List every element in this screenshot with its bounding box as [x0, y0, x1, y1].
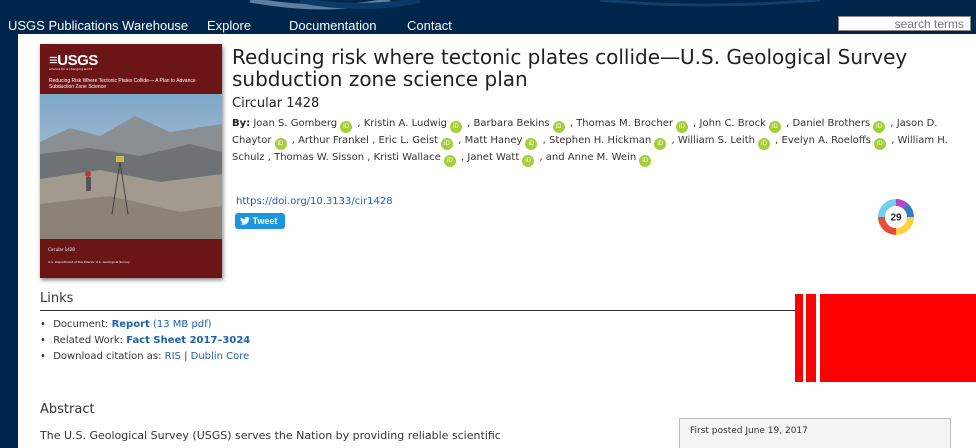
author-name[interactable]: Anne M. Wein — [568, 152, 636, 163]
orcid-icon[interactable]: iD — [443, 155, 456, 167]
doi-link[interactable]: https://doi.org/10.3133/cir1428 — [236, 196, 393, 208]
orcid-icon[interactable]: iD — [654, 138, 667, 150]
author-name[interactable]: Kristin A. Ludwig — [364, 118, 447, 129]
author-name[interactable]: Janet Watt — [467, 152, 519, 163]
abstract-heading: Abstract — [40, 402, 95, 417]
author-name[interactable]: William S. Leith — [678, 135, 755, 146]
author-name[interactable]: Eric L. Geist — [378, 135, 438, 146]
author-name[interactable]: Stephen H. Hickman — [549, 135, 651, 146]
orcid-icon[interactable]: iD — [525, 138, 538, 150]
orcid-icon[interactable]: iD — [639, 155, 652, 167]
author-name[interactable]: John C. Brock — [700, 118, 766, 129]
authors: Joan S. Gomberg iD , Kristin A. Ludwig iD … — [232, 118, 948, 167]
orcid-icon[interactable]: iD — [873, 121, 886, 133]
first-posted-date: First posted June 19, 2017 — [690, 426, 808, 436]
authors-label: By: — [232, 118, 251, 129]
usgs-logo-tagline: science for a changing world — [49, 67, 93, 71]
links-heading: Links — [40, 291, 74, 306]
author-name[interactable]: Thomas M. Brocher — [576, 118, 673, 129]
tweet-label: Tweet — [252, 216, 278, 226]
author-name[interactable]: Evelyn A. Roeloffs — [782, 135, 871, 146]
bullet-icon: • — [40, 351, 46, 362]
altmetric-donut-icon[interactable]: 29 — [877, 198, 915, 236]
search-input[interactable]: search terms — [838, 16, 971, 31]
red-block-left — [795, 294, 803, 382]
publication-series: Circular 1428 — [232, 96, 320, 111]
list-item-citation: • Download citation as: RIS | Dublin Cor… — [40, 349, 760, 365]
dublin-core-link[interactable]: Dublin Core — [191, 351, 250, 362]
page-title: Reducing risk where tectonic plates coll… — [232, 45, 908, 91]
author-name[interactable]: Daniel Brothers — [792, 118, 870, 129]
related-label: Related Work: — [53, 335, 124, 346]
header-bar: USGS Publications Warehouse Explore Docu… — [0, 0, 976, 34]
cover-title: Reducing Risk Where Tectonic Plates Coll… — [49, 78, 196, 90]
author-name[interactable]: Barbara Bekins — [474, 118, 550, 129]
cover-photo-landscape-icon — [40, 94, 222, 239]
orcid-icon[interactable]: iD — [675, 121, 688, 133]
document-size: (13 MB pdf) — [152, 319, 212, 330]
orcid-icon[interactable]: iD — [768, 121, 781, 133]
nav-item-contact[interactable]: Contact — [407, 17, 452, 34]
tweet-button[interactable]: Tweet — [235, 213, 285, 229]
orcid-icon[interactable]: iD — [873, 138, 886, 150]
list-item-document: • Document: Report (13 MB pdf) — [40, 317, 760, 333]
orcid-icon[interactable]: iD — [552, 121, 565, 133]
citation-label: Download citation as: — [53, 351, 162, 362]
fact-sheet-link[interactable]: Fact Sheet 2017–3024 — [126, 335, 250, 346]
list-item-related: • Related Work: Fact Sheet 2017–3024 — [40, 333, 760, 349]
red-block-right — [820, 294, 976, 382]
orcid-icon[interactable]: iD — [757, 138, 770, 150]
abstract-text: The U.S. Geological Survey (USGS) serves… — [40, 429, 501, 442]
bullet-icon: • — [40, 319, 46, 330]
orcid-icon[interactable]: iD — [522, 155, 535, 167]
altmetric-score: 29 — [890, 213, 902, 224]
ris-link[interactable]: RIS — [165, 351, 181, 362]
author-list: By: Joan S. Gomberg iD , Kristin A. Ludwi… — [232, 116, 952, 167]
main-nav: USGS Publications Warehouse Explore Docu… — [0, 17, 976, 34]
author-name[interactable]: Thomas W. Sisson — [274, 152, 364, 163]
nav-brand-link[interactable]: USGS Publications Warehouse — [8, 17, 188, 34]
nav-item-documentation[interactable]: Documentation — [289, 17, 376, 34]
bullet-icon: • — [40, 335, 46, 346]
twitter-bird-icon — [240, 217, 250, 225]
author-name[interactable]: Arthur Frankel — [298, 135, 369, 146]
orcid-icon[interactable]: iD — [449, 121, 462, 133]
author-name[interactable]: Joan S. Gomberg — [253, 118, 337, 129]
nav-item-explore[interactable]: Explore — [207, 17, 251, 34]
cover-department: U.S. Department of the Interior U.S. Geo… — [48, 260, 130, 264]
citation-separator: | — [184, 351, 188, 362]
main-content: ≡USGS science for a changing world Reduc… — [18, 34, 976, 448]
document-label: Document: — [53, 319, 109, 330]
links-list: • Document: Report (13 MB pdf) • Related… — [40, 317, 760, 365]
publication-info-panel: First posted June 19, 2017 — [679, 418, 951, 448]
author-name[interactable]: Kristi Wallace — [374, 152, 441, 163]
red-block-middle — [806, 294, 816, 382]
orcid-icon[interactable]: iD — [441, 138, 454, 150]
author-name[interactable]: Matt Haney — [465, 135, 523, 146]
cover-image[interactable]: ≡USGS science for a changing world Reduc… — [40, 44, 222, 278]
links-divider — [40, 310, 800, 311]
orcid-icon[interactable]: iD — [340, 121, 353, 133]
orcid-icon[interactable]: iD — [274, 138, 287, 150]
report-link[interactable]: Report — [112, 319, 150, 330]
cover-series-label: Circular 1428 — [48, 247, 75, 252]
